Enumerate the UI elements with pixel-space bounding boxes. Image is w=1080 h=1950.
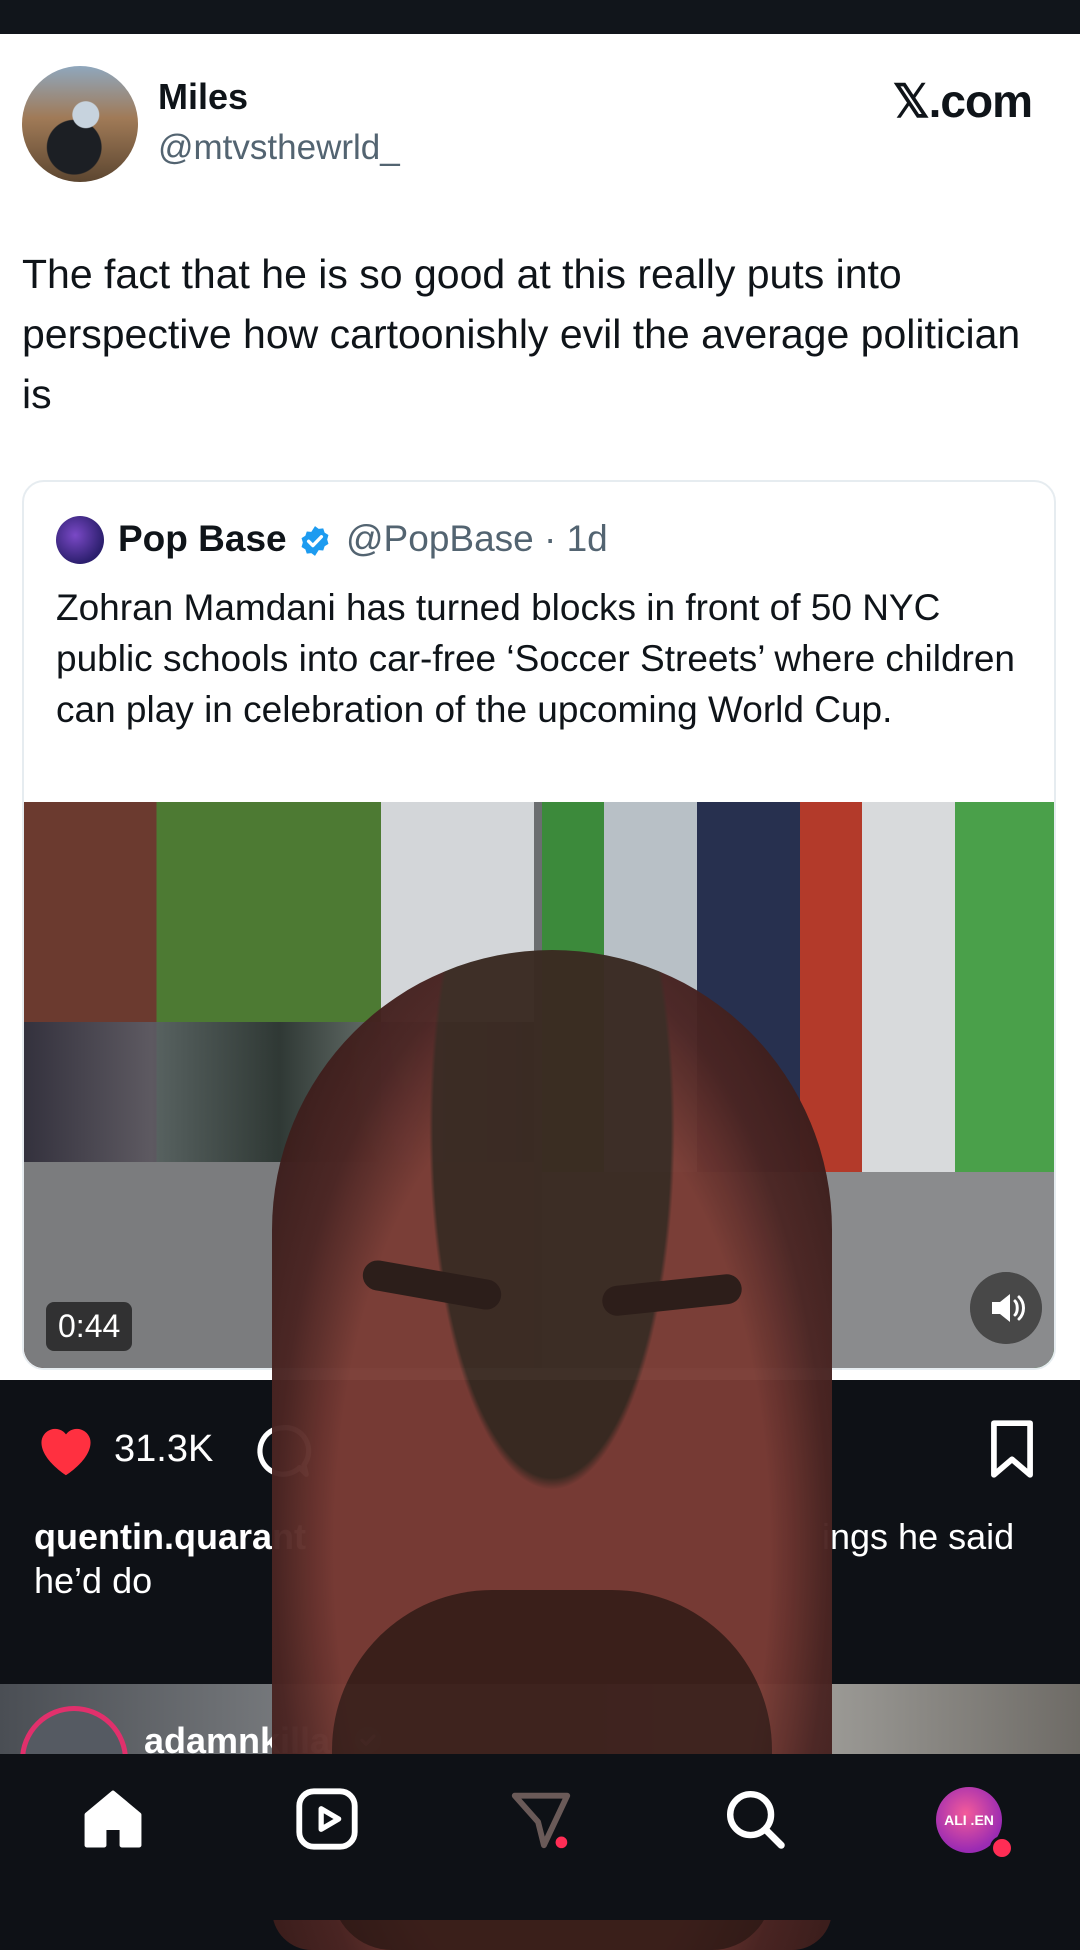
quoted-author-avatar	[56, 516, 104, 564]
verified-badge-icon	[301, 526, 329, 556]
speaker-icon[interactable]	[970, 1272, 1042, 1344]
tweet-author-name: Miles	[158, 76, 249, 117]
quoted-handle-time: @PopBase · 1d	[346, 518, 608, 559]
caption-text-line2: he’d do	[34, 1560, 153, 1601]
reels-icon[interactable]	[292, 1784, 362, 1854]
tweet-author-avatar	[22, 66, 138, 182]
home-icon[interactable]	[78, 1784, 148, 1854]
send-icon[interactable]	[506, 1784, 576, 1854]
heart-icon[interactable]	[32, 1418, 100, 1478]
search-icon[interactable]	[720, 1784, 790, 1854]
top-status-strip	[0, 0, 1080, 34]
tweet-text: The fact that he is so good at this real…	[22, 251, 1021, 417]
quoted-text: Zohran Mamdani has turned blocks in fron…	[56, 587, 1016, 730]
quoted-author-name: Pop Base	[118, 518, 287, 559]
face-brow	[360, 1258, 504, 1312]
bottom-navigation	[0, 1754, 1080, 1920]
like-count[interactable]: 31.3K	[114, 1428, 213, 1471]
video-duration: 0:44	[46, 1302, 133, 1351]
site-watermark: 𝕏.com	[892, 75, 1033, 127]
face-brow	[600, 1272, 744, 1318]
bookmark-icon[interactable]	[984, 1418, 1040, 1480]
notification-dot	[990, 1836, 1014, 1860]
caption-text: ings he said	[822, 1516, 1015, 1557]
tweet-author-handle: @mtvsthewrld_	[158, 128, 400, 167]
caption-username[interactable]: quentin.quarant	[34, 1516, 306, 1558]
